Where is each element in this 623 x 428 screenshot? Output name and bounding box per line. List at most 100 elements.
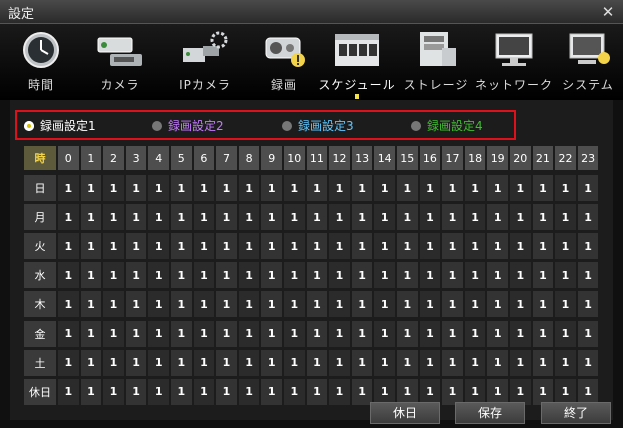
tab-record-setting-1[interactable]: 録画設定1 — [24, 117, 96, 133]
schedule-cell[interactable]: 1 — [306, 378, 328, 405]
schedule-cell[interactable]: 1 — [80, 233, 102, 260]
schedule-cell[interactable]: 1 — [442, 233, 463, 260]
schedule-cell[interactable]: 1 — [80, 175, 102, 202]
nav-system[interactable]: システム — [555, 24, 621, 100]
schedule-cell[interactable]: 1 — [351, 349, 373, 376]
schedule-cell[interactable]: 1 — [464, 349, 486, 376]
schedule-cell[interactable]: 1 — [329, 349, 350, 376]
schedule-cell[interactable]: 1 — [510, 378, 531, 405]
schedule-cell[interactable]: 1 — [261, 320, 282, 347]
schedule-cell[interactable]: 1 — [238, 320, 260, 347]
schedule-cell[interactable]: 1 — [329, 320, 350, 347]
schedule-cell[interactable]: 1 — [464, 378, 486, 405]
schedule-cell[interactable]: 1 — [284, 291, 305, 318]
schedule-cell[interactable]: 1 — [510, 349, 531, 376]
schedule-cell[interactable]: 1 — [148, 320, 169, 347]
holiday-button[interactable]: 休日 — [370, 402, 440, 424]
schedule-cell[interactable]: 1 — [510, 262, 531, 289]
schedule-cell[interactable]: 1 — [464, 233, 486, 260]
schedule-cell[interactable]: 1 — [555, 233, 576, 260]
schedule-cell[interactable]: 1 — [148, 291, 169, 318]
schedule-cell[interactable]: 1 — [419, 378, 441, 405]
schedule-cell[interactable]: 1 — [58, 320, 79, 347]
schedule-cell[interactable]: 1 — [103, 349, 124, 376]
schedule-cell[interactable]: 1 — [555, 204, 576, 231]
schedule-cell[interactable]: 1 — [193, 204, 215, 231]
schedule-cell[interactable]: 1 — [306, 204, 328, 231]
schedule-cell[interactable]: 1 — [125, 320, 147, 347]
schedule-cell[interactable]: 1 — [374, 262, 395, 289]
schedule-cell[interactable]: 1 — [329, 291, 350, 318]
schedule-cell[interactable]: 1 — [555, 378, 576, 405]
nav-schedule[interactable]: スケジュール — [318, 24, 396, 100]
schedule-cell[interactable]: 1 — [103, 233, 124, 260]
schedule-cell[interactable]: 1 — [464, 320, 486, 347]
schedule-cell[interactable]: 1 — [216, 262, 237, 289]
schedule-cell[interactable]: 1 — [80, 349, 102, 376]
tab-record-setting-4[interactable]: 録画設定4 — [411, 117, 483, 133]
schedule-cell[interactable]: 1 — [261, 262, 282, 289]
schedule-cell[interactable]: 1 — [238, 378, 260, 405]
schedule-cell[interactable]: 1 — [261, 291, 282, 318]
schedule-cell[interactable]: 1 — [442, 262, 463, 289]
nav-network[interactable]: ネットワーク — [474, 24, 554, 100]
schedule-cell[interactable]: 1 — [397, 175, 418, 202]
schedule-cell[interactable]: 1 — [171, 262, 192, 289]
schedule-cell[interactable]: 1 — [442, 175, 463, 202]
exit-button[interactable]: 終了 — [541, 402, 611, 424]
schedule-cell[interactable]: 1 — [103, 175, 124, 202]
schedule-cell[interactable]: 1 — [193, 233, 215, 260]
schedule-cell[interactable]: 1 — [487, 233, 508, 260]
schedule-cell[interactable]: 1 — [510, 175, 531, 202]
schedule-cell[interactable]: 1 — [261, 378, 282, 405]
schedule-cell[interactable]: 1 — [374, 349, 395, 376]
schedule-cell[interactable]: 1 — [532, 233, 554, 260]
schedule-cell[interactable]: 1 — [329, 233, 350, 260]
schedule-cell[interactable]: 1 — [510, 204, 531, 231]
schedule-cell[interactable]: 1 — [329, 262, 350, 289]
schedule-cell[interactable]: 1 — [193, 262, 215, 289]
schedule-cell[interactable]: 1 — [148, 175, 169, 202]
schedule-cell[interactable]: 1 — [216, 204, 237, 231]
tab-record-setting-3[interactable]: 録画設定3 — [282, 117, 354, 133]
schedule-cell[interactable]: 1 — [58, 204, 79, 231]
schedule-cell[interactable]: 1 — [80, 378, 102, 405]
schedule-cell[interactable]: 1 — [58, 378, 79, 405]
schedule-cell[interactable]: 1 — [577, 378, 599, 405]
schedule-cell[interactable]: 1 — [284, 349, 305, 376]
schedule-cell[interactable]: 1 — [442, 204, 463, 231]
schedule-cell[interactable]: 1 — [306, 175, 328, 202]
schedule-cell[interactable]: 1 — [351, 378, 373, 405]
schedule-cell[interactable]: 1 — [148, 262, 169, 289]
schedule-cell[interactable]: 1 — [216, 175, 237, 202]
save-button[interactable]: 保存 — [455, 402, 525, 424]
schedule-cell[interactable]: 1 — [171, 204, 192, 231]
schedule-cell[interactable]: 1 — [238, 175, 260, 202]
schedule-cell[interactable]: 1 — [58, 175, 79, 202]
schedule-cell[interactable]: 1 — [238, 262, 260, 289]
schedule-cell[interactable]: 1 — [103, 320, 124, 347]
schedule-cell[interactable]: 1 — [193, 349, 215, 376]
schedule-cell[interactable]: 1 — [442, 291, 463, 318]
schedule-cell[interactable]: 1 — [80, 204, 102, 231]
schedule-cell[interactable]: 1 — [555, 291, 576, 318]
schedule-cell[interactable]: 1 — [351, 175, 373, 202]
schedule-cell[interactable]: 1 — [148, 233, 169, 260]
schedule-cell[interactable]: 1 — [284, 262, 305, 289]
schedule-cell[interactable]: 1 — [216, 378, 237, 405]
schedule-cell[interactable]: 1 — [577, 233, 599, 260]
schedule-cell[interactable]: 1 — [125, 233, 147, 260]
schedule-cell[interactable]: 1 — [374, 291, 395, 318]
schedule-cell[interactable]: 1 — [464, 175, 486, 202]
schedule-cell[interactable]: 1 — [261, 204, 282, 231]
nav-storage[interactable]: ストレージ — [398, 24, 474, 100]
schedule-cell[interactable]: 1 — [171, 349, 192, 376]
schedule-cell[interactable]: 1 — [261, 175, 282, 202]
schedule-cell[interactable]: 1 — [329, 378, 350, 405]
schedule-cell[interactable]: 1 — [216, 233, 237, 260]
schedule-cell[interactable]: 1 — [510, 320, 531, 347]
schedule-cell[interactable]: 1 — [80, 262, 102, 289]
schedule-cell[interactable]: 1 — [442, 349, 463, 376]
schedule-cell[interactable]: 1 — [419, 291, 441, 318]
schedule-cell[interactable]: 1 — [171, 378, 192, 405]
